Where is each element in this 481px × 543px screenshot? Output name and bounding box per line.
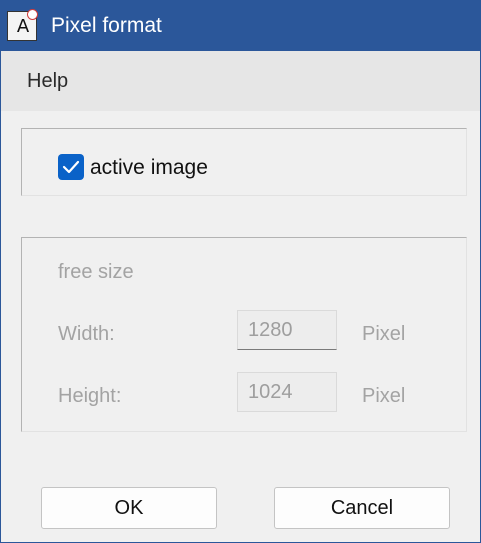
active-image-label[interactable]: active image xyxy=(90,155,208,181)
height-label: Height: xyxy=(58,385,122,407)
free-size-label: free size xyxy=(58,261,134,283)
app-icon-letter: A xyxy=(16,16,30,37)
cancel-button[interactable]: Cancel xyxy=(274,487,450,529)
checkmark-icon xyxy=(62,160,80,174)
title-bar[interactable]: A Pixel format xyxy=(1,1,480,51)
active-image-group: active image xyxy=(21,128,467,196)
menu-item-help[interactable]: Help xyxy=(27,69,68,93)
width-unit-label: Pixel xyxy=(362,323,406,345)
app-icon-badge xyxy=(27,9,38,20)
active-image-checkbox[interactable] xyxy=(58,154,84,180)
menu-bar: Help xyxy=(1,51,480,111)
width-input[interactable]: 1280 xyxy=(237,310,337,350)
width-label: Width: xyxy=(58,323,115,345)
height-unit-label: Pixel xyxy=(362,385,406,407)
height-input[interactable]: 1024 xyxy=(237,372,337,412)
ok-button[interactable]: OK xyxy=(41,487,217,529)
pixel-format-dialog: A Pixel format Help active image free si… xyxy=(0,0,481,543)
app-icon: A xyxy=(7,9,38,41)
window-title: Pixel format xyxy=(51,14,162,37)
free-size-group: free size Width: 1280 Pixel Height: 1024… xyxy=(21,237,467,432)
